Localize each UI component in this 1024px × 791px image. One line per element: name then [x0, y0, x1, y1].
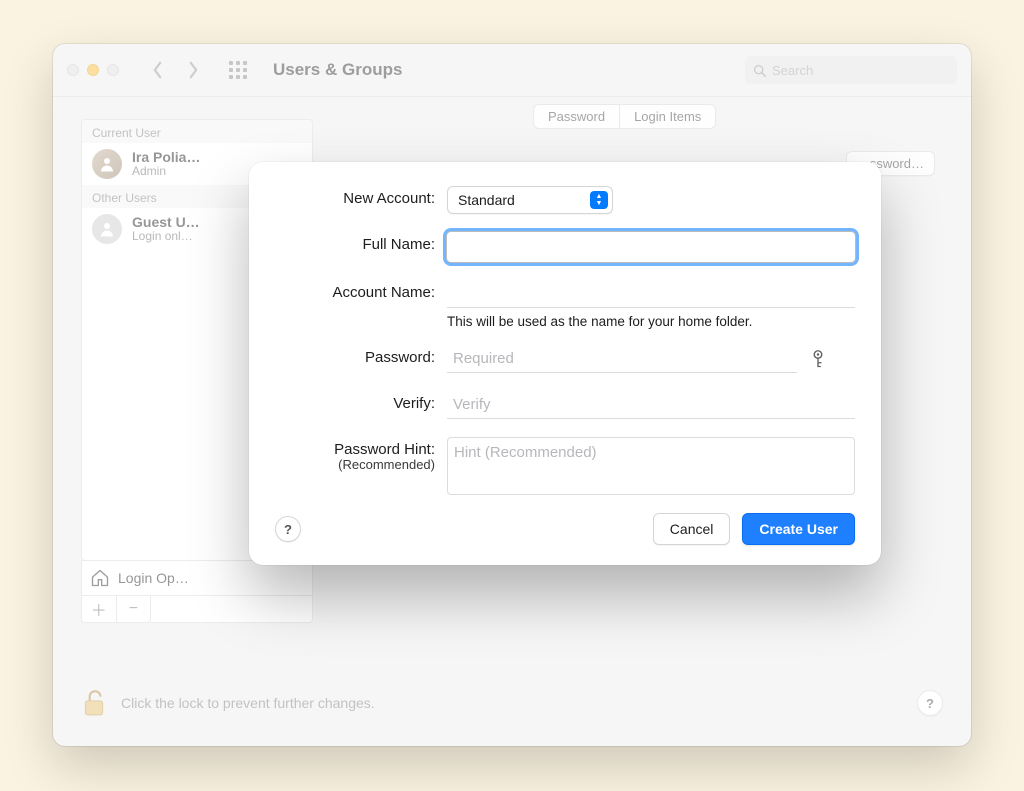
window-title: Users & Groups [273, 60, 402, 80]
key-icon[interactable] [809, 348, 827, 370]
sheet-footer: ? Cancel Create User [275, 513, 855, 545]
new-account-label: New Account: [343, 190, 435, 207]
remove-user-button[interactable]: − [116, 596, 151, 622]
zoom-window-dot[interactable] [107, 64, 119, 76]
current-user-role: Admin [132, 165, 200, 178]
password-label: Password: [365, 349, 435, 366]
house-icon [90, 568, 110, 588]
guest-user-name: Guest U… [132, 214, 200, 230]
current-user-name: Ira Polia… [132, 149, 200, 165]
account-type-value: Standard [458, 192, 590, 208]
stepper-icon: ▲▼ [590, 191, 608, 209]
pm-blank [151, 595, 313, 623]
traffic-lights [67, 64, 119, 76]
password-input[interactable] [447, 345, 797, 373]
search-placeholder: Search [772, 63, 813, 78]
lock-hint-text: Click the lock to prevent further change… [121, 695, 375, 711]
person-icon [98, 155, 116, 173]
full-name-label: Full Name: [362, 236, 435, 253]
login-options-label: Login Op… [118, 570, 189, 586]
account-name-label: Account Name: [332, 284, 435, 301]
login-options-row[interactable]: Login Op… [81, 560, 313, 596]
guest-user-role: Login onl… [132, 230, 200, 243]
tab-login-items[interactable]: Login Items [619, 105, 715, 128]
avatar [92, 149, 122, 179]
account-name-input[interactable] [447, 280, 855, 308]
verify-label: Verify: [393, 395, 435, 412]
search-field[interactable]: Search [745, 56, 957, 84]
cancel-button[interactable]: Cancel [653, 513, 731, 545]
help-button[interactable]: ? [917, 690, 943, 716]
tab-password[interactable]: Password [534, 105, 619, 128]
back-button[interactable] [143, 56, 171, 84]
avatar [92, 214, 122, 244]
sheet-help-button[interactable]: ? [275, 516, 301, 542]
unlocked-lock-icon[interactable] [81, 688, 107, 718]
minimize-window-dot[interactable] [87, 64, 99, 76]
chevron-right-icon [188, 61, 199, 79]
create-user-button[interactable]: Create User [742, 513, 855, 545]
password-hint-label: Password Hint: [334, 441, 435, 458]
new-user-sheet: New Account: Standard ▲▼ Full Name: Acco… [249, 162, 881, 565]
titlebar: Users & Groups Search [53, 44, 971, 97]
current-user-header: Current User [82, 120, 312, 143]
password-hint-input[interactable] [447, 437, 855, 495]
account-type-select[interactable]: Standard ▲▼ [447, 186, 613, 214]
forward-button[interactable] [179, 56, 207, 84]
account-name-hint: This will be used as the name for your h… [447, 314, 855, 329]
person-icon [98, 220, 116, 238]
tab-bar: Password Login Items [533, 104, 716, 129]
full-name-input[interactable] [447, 232, 855, 262]
search-icon [753, 64, 766, 77]
add-remove-user: ＋ − [81, 595, 151, 623]
add-user-button[interactable]: ＋ [82, 596, 116, 622]
chevron-left-icon [152, 61, 163, 79]
footer: Click the lock to prevent further change… [81, 688, 943, 718]
show-all-prefs-icon[interactable] [229, 61, 247, 79]
password-hint-sublabel: (Recommended) [275, 457, 435, 472]
nav-arrows [143, 56, 207, 84]
verify-input[interactable] [447, 391, 855, 419]
close-window-dot[interactable] [67, 64, 79, 76]
